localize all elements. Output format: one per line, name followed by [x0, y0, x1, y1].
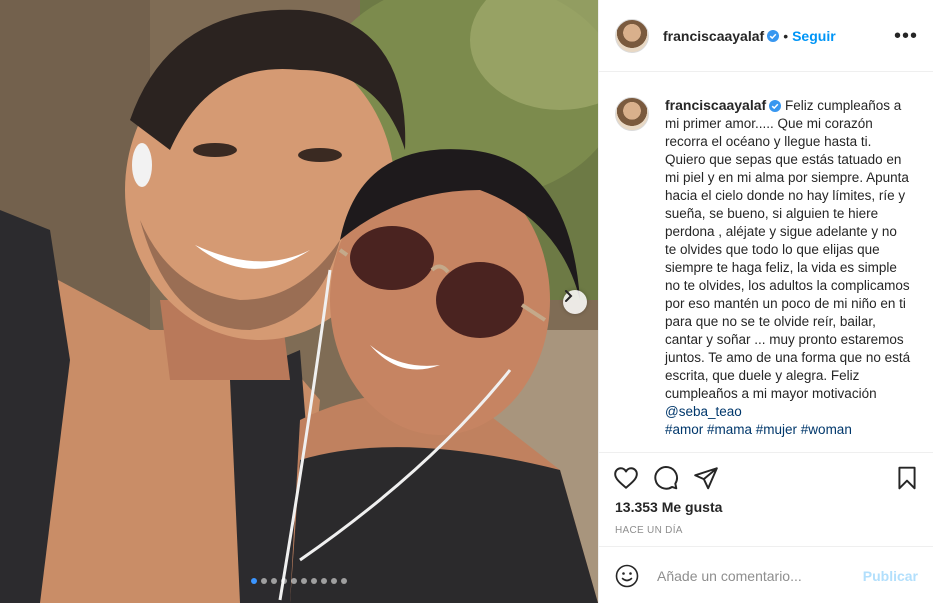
carousel-dot [251, 578, 257, 584]
carousel-dot [281, 578, 287, 584]
publish-button[interactable]: Publicar [863, 568, 918, 584]
mention-link[interactable]: @seba_teao [665, 404, 742, 419]
carousel-next-button[interactable] [563, 290, 587, 314]
follow-button[interactable]: Seguir [792, 28, 836, 44]
chevron-right-icon [565, 290, 573, 302]
bookmark-icon[interactable] [894, 465, 920, 491]
likes-count[interactable]: 13.353 Me gusta [615, 499, 722, 515]
photo-illustration [0, 0, 598, 603]
carousel-dot [301, 578, 307, 584]
verified-badge-icon [767, 29, 780, 42]
comment-icon[interactable] [653, 465, 679, 491]
emoji-icon[interactable] [615, 564, 639, 588]
caption-text: franciscaayalaf Feliz cumpleaños a mi pr… [665, 96, 911, 439]
carousel-dot [271, 578, 277, 584]
post-timestamp[interactable]: HACE UN DÍA [615, 525, 683, 536]
comment-input[interactable] [655, 563, 859, 589]
post-details-panel: franciscaayalaf • Seguir ••• franciscaay… [598, 0, 933, 603]
carousel-dot [261, 578, 267, 584]
carousel-dot [321, 578, 327, 584]
post-header: franciscaayalaf • Seguir ••• [599, 0, 933, 72]
more-options-button[interactable]: ••• [894, 26, 918, 46]
caption-area[interactable]: franciscaayalaf Feliz cumpleaños a mi pr… [599, 73, 933, 451]
hashtags[interactable]: #amor #mama #mujer #woman [665, 422, 852, 437]
share-icon[interactable] [693, 465, 719, 491]
carousel-dot [331, 578, 337, 584]
verified-badge-icon [769, 100, 782, 112]
caption-body: Feliz cumpleaños a mi primer amor..... Q… [665, 98, 911, 401]
separator-dot: • [783, 27, 789, 44]
carousel-dot [311, 578, 317, 584]
caption-username[interactable]: franciscaayalaf [665, 97, 766, 113]
caption-avatar[interactable] [615, 97, 649, 131]
more-icon: ••• [893, 25, 918, 47]
comment-bar: Publicar [599, 546, 933, 603]
carousel-dot [341, 578, 347, 584]
heart-icon[interactable] [613, 465, 639, 491]
carousel-indicator [0, 578, 598, 584]
post-photo[interactable] [0, 0, 598, 603]
carousel-dot [291, 578, 297, 584]
username-link[interactable]: franciscaayalaf [663, 28, 764, 44]
avatar[interactable] [615, 18, 649, 53]
